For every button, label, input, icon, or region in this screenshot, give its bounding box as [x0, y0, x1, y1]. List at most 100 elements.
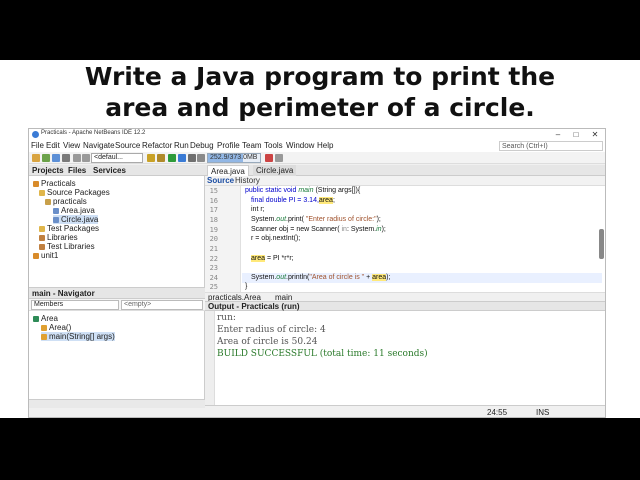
memory-text: 252.9/373.0MB: [210, 154, 258, 161]
output-line: Area of circle is 50.24: [217, 337, 318, 347]
run-icon[interactable]: [168, 154, 176, 162]
profile-icon[interactable]: [188, 154, 196, 162]
output-console[interactable]: run: Enter radius of circle: 4 Area of c…: [205, 311, 605, 405]
constructor-icon: [41, 325, 47, 331]
menu-profile[interactable]: Profile: [217, 141, 240, 150]
project-icon: [33, 253, 39, 259]
configuration-select[interactable]: <defaul...: [91, 153, 143, 163]
menu-team[interactable]: Team: [242, 141, 262, 150]
tree-project-practicals[interactable]: Practicals: [33, 179, 76, 188]
empty-select[interactable]: <empty>: [121, 300, 203, 310]
navigator-title-bar: main - Navigator: [29, 288, 205, 299]
output-line: BUILD SUCCESSFUL (total time: 11 seconds…: [217, 349, 428, 359]
line-number: 25: [209, 283, 218, 291]
folder-icon: [39, 226, 45, 232]
line-number: 22: [209, 255, 218, 263]
line-number: 18: [209, 216, 218, 224]
tab-projects[interactable]: Projects: [32, 166, 64, 175]
gc-icon[interactable]: [265, 154, 273, 162]
maximize-button[interactable]: □: [567, 129, 585, 140]
code-line: area = PI *r*r;: [251, 255, 294, 262]
minimize-button[interactable]: –: [549, 129, 567, 140]
nav-constructor[interactable]: Area(): [41, 323, 71, 332]
output-line: Enter radius of circle: 4: [217, 325, 326, 335]
output-side-toolbar: [205, 311, 215, 405]
breadcrumb: practicals.Area main: [205, 292, 605, 302]
menu-file[interactable]: File: [31, 141, 44, 150]
tree-test-packages[interactable]: Test Packages: [39, 224, 99, 233]
menu-view[interactable]: View: [63, 141, 80, 150]
menu-debug[interactable]: Debug: [190, 141, 214, 150]
open-project-icon[interactable]: [52, 154, 60, 162]
java-file-icon: [53, 217, 59, 223]
netbeans-window: Practicals - Apache NetBeans IDE 12.2 – …: [28, 128, 606, 418]
menu-source[interactable]: Source: [115, 141, 140, 150]
menu-help[interactable]: Help: [317, 141, 333, 150]
clean-build-icon[interactable]: [157, 154, 165, 162]
menu-run[interactable]: Run: [174, 141, 189, 150]
projects-panel: Projects Files Services Practicals Sourc…: [29, 165, 205, 287]
tree-test-libraries[interactable]: Test Libraries: [39, 242, 95, 251]
code-editor[interactable]: 15 16 17 18 19 20 21 22 23 24 25 public …: [205, 186, 605, 292]
new-file-icon[interactable]: [42, 154, 50, 162]
close-button[interactable]: ✕: [586, 129, 604, 140]
new-project-icon[interactable]: [32, 154, 40, 162]
line-number: 15: [209, 187, 218, 195]
menu-tools[interactable]: Tools: [264, 141, 283, 150]
tree-project-unit1[interactable]: unit1: [33, 251, 58, 260]
project-icon: [33, 181, 39, 187]
nav-class-area[interactable]: Area: [33, 314, 58, 323]
class-icon: [33, 316, 39, 322]
tree-file-circle[interactable]: Circle.java: [53, 215, 99, 224]
debug-icon[interactable]: [178, 154, 186, 162]
output-title: Output - Practicals (run): [208, 302, 300, 311]
output-line: run:: [217, 313, 236, 323]
line-number: 23: [209, 264, 218, 272]
library-icon: [39, 235, 45, 241]
tree-source-packages[interactable]: Source Packages: [39, 188, 110, 197]
refresh-icon[interactable]: [275, 154, 283, 162]
memory-meter[interactable]: 252.9/373.0MB: [207, 153, 261, 163]
tree-file-area[interactable]: Area.java: [53, 206, 95, 215]
menu-edit[interactable]: Edit: [46, 141, 60, 150]
save-all-icon[interactable]: [62, 154, 70, 162]
search-input[interactable]: Search (Ctrl+I): [499, 141, 603, 151]
netbeans-icon: [32, 131, 39, 138]
menu-refactor[interactable]: Refactor: [142, 141, 172, 150]
source-button[interactable]: Source: [207, 176, 234, 186]
line-number: 24: [209, 274, 218, 282]
redo-icon[interactable]: [82, 154, 90, 162]
tab-area-java[interactable]: Area.java: [207, 165, 249, 176]
undo-icon[interactable]: [73, 154, 81, 162]
tree-libraries[interactable]: Libraries: [39, 233, 78, 242]
line-number: 21: [209, 245, 218, 253]
method-icon: [41, 334, 47, 340]
folder-icon: [39, 190, 45, 196]
editor-tabs: Area.java Circle.java: [205, 165, 605, 176]
code-line: public static void main (String args[]){: [245, 187, 361, 194]
tab-circle-java[interactable]: Circle.java: [253, 165, 297, 176]
tab-services[interactable]: Services: [93, 166, 126, 175]
banner-title-line2: area and perimeter of a circle.: [105, 93, 535, 122]
attach-icon[interactable]: [197, 154, 205, 162]
tab-files[interactable]: Files: [68, 166, 86, 175]
tree-package-practicals[interactable]: practicals: [45, 197, 87, 206]
navigator-bottom-bar: [29, 399, 205, 408]
code-line: System.out.print( "Enter radius of circl…: [251, 216, 381, 223]
toolbar: <defaul... 252.9/373.0MB: [29, 152, 605, 164]
line-number: 19: [209, 226, 218, 234]
editor-toolbar: Source History: [205, 176, 605, 186]
members-select[interactable]: Members: [31, 300, 119, 310]
nav-method-main[interactable]: main(String[] args): [41, 332, 115, 341]
history-button[interactable]: History: [235, 176, 260, 186]
line-number: 20: [209, 235, 218, 243]
menu-navigate[interactable]: Navigate: [83, 141, 115, 150]
status-bar: 24:55 INS: [205, 405, 605, 417]
editor-scrollbar[interactable]: [599, 229, 604, 259]
menu-bar: File Edit View Navigate Source Refactor …: [29, 140, 605, 152]
menu-window[interactable]: Window: [286, 141, 314, 150]
build-icon[interactable]: [147, 154, 155, 162]
line-number: 17: [209, 206, 218, 214]
line-gutter: 15 16 17 18 19 20 21 22 23 24 25: [205, 186, 241, 292]
code-line: }: [245, 283, 248, 290]
